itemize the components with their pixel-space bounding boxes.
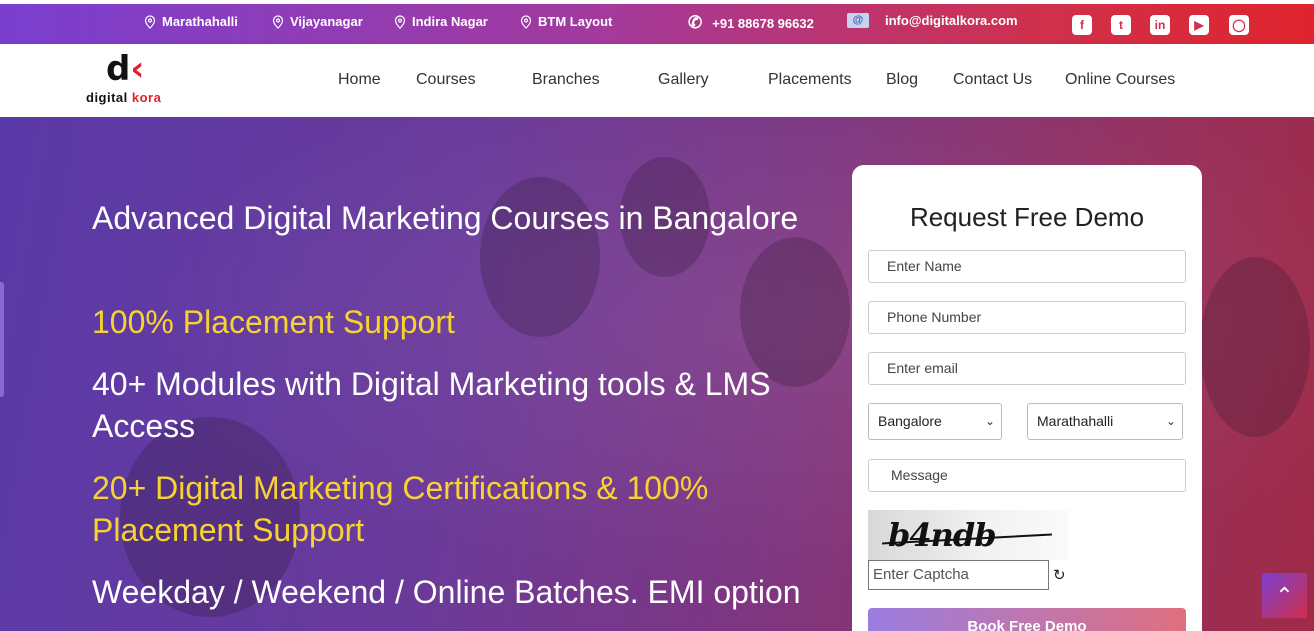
nav-gallery[interactable]: Gallery xyxy=(658,71,709,89)
nav-contact-us[interactable]: Contact Us xyxy=(953,71,1032,89)
form-title: Request Free Demo xyxy=(909,202,1145,232)
chevron-up-icon: ⌃ xyxy=(1275,583,1294,608)
city-select[interactable]: Bangalore ⌄ xyxy=(868,403,1002,440)
captcha-input[interactable]: Enter Captcha xyxy=(868,560,1049,590)
chevron-down-icon: ⌄ xyxy=(984,414,995,428)
refresh-icon[interactable]: ↻ xyxy=(1053,566,1066,584)
nav-branches[interactable]: Branches xyxy=(532,71,600,89)
nav-placements[interactable]: Placements xyxy=(768,71,852,89)
email-address: info@digitalkora.com xyxy=(885,13,1018,28)
phone-input[interactable]: Phone Number xyxy=(868,301,1186,334)
location-label: Vijayanagar xyxy=(290,14,363,29)
location-indira-nagar[interactable]: Indira Nagar xyxy=(394,14,488,29)
nav-home[interactable]: Home xyxy=(338,71,381,89)
map-pin-icon xyxy=(394,14,406,29)
branch-select[interactable]: Marathahalli ⌄ xyxy=(1027,403,1183,440)
hero-certifications: 20+ Digital Marketing Certifications & 1… xyxy=(92,470,709,548)
chevron-down-icon: ⌄ xyxy=(1165,414,1176,428)
name-input[interactable]: Enter Name xyxy=(868,250,1186,283)
twitter-icon[interactable]: t xyxy=(1111,15,1131,35)
linkedin-icon[interactable]: in xyxy=(1150,15,1170,35)
captcha-text: b4ndb xyxy=(888,516,997,554)
location-label: Marathahalli xyxy=(162,14,238,29)
location-btm-layout[interactable]: BTM Layout xyxy=(520,14,612,29)
hero-modules: 40+ Modules with Digital Marketing tools… xyxy=(92,366,771,444)
nav-courses[interactable]: Courses xyxy=(416,71,476,89)
hero-highlight-placement: 100% Placement Support xyxy=(92,304,455,340)
email-contact[interactable]: @ info@digitalkora.com xyxy=(847,13,1018,28)
location-label: Indira Nagar xyxy=(412,14,488,29)
phone-number: +91 88678 96632 xyxy=(712,15,814,31)
email-input[interactable]: Enter email xyxy=(868,352,1186,385)
location-label: BTM Layout xyxy=(538,14,613,29)
location-marathahalli[interactable]: Marathahalli xyxy=(144,14,238,29)
side-tab[interactable] xyxy=(0,282,4,397)
nav-blog[interactable]: Blog xyxy=(886,71,918,89)
map-pin-icon xyxy=(144,14,156,29)
hero-heading: Advanced Digital Marketing Courses in Ba… xyxy=(92,200,799,236)
scroll-to-top-button[interactable]: ⌃ xyxy=(1262,573,1307,618)
message-input[interactable]: Message xyxy=(868,459,1186,492)
logo-mark-icon: d‹ xyxy=(106,49,145,89)
request-demo-form: Request Free Demo Enter Name Phone Numbe… xyxy=(852,165,1202,631)
map-pin-icon xyxy=(520,14,532,29)
top-bar: Marathahalli Vijayanagar Indira Nagar BT… xyxy=(0,0,1314,44)
location-vijayanagar[interactable]: Vijayanagar xyxy=(272,14,363,29)
captcha-image: b4ndb xyxy=(868,510,1068,560)
email-icon: @ xyxy=(847,13,869,28)
city-selected-value: Bangalore xyxy=(878,413,942,429)
branch-selected-value: Marathahalli xyxy=(1037,413,1114,429)
facebook-icon[interactable]: f xyxy=(1072,15,1092,35)
main-navbar: d‹ digital kora Home Courses Branches Ga… xyxy=(0,44,1314,117)
nav-online-courses[interactable]: Online Courses xyxy=(1065,71,1175,89)
instagram-icon[interactable]: ◯ xyxy=(1229,15,1249,35)
phone-contact[interactable]: ✆ +91 88678 96632 xyxy=(688,13,814,33)
hero-batches: Weekday / Weekend / Online Batches. EMI … xyxy=(92,574,801,610)
background-photo xyxy=(1200,257,1310,437)
logo-text: digital kora xyxy=(86,90,162,105)
map-pin-icon xyxy=(272,14,284,29)
logo[interactable]: d‹ digital kora xyxy=(86,52,176,108)
phone-icon: ✆ xyxy=(688,13,703,32)
youtube-icon[interactable]: ▶ xyxy=(1189,15,1209,35)
book-demo-button[interactable]: Book Free Demo xyxy=(868,608,1186,631)
